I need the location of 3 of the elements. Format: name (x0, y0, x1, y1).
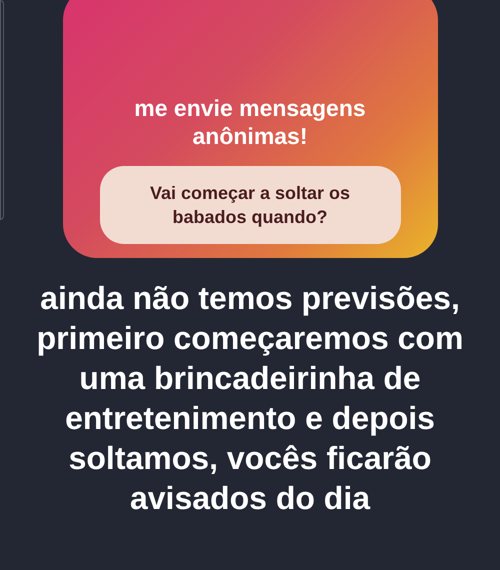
sticker-title: me envie mensagens anônimas! (133, 94, 367, 150)
question-text: Vai começar a soltar os babados quando? (100, 166, 400, 244)
answer-text: ainda não temos previsões, primeiro começaremos com uma brincadeirinha de entretenimento e depois soltamos, vocês ficarão avisados do dia (36, 279, 464, 518)
